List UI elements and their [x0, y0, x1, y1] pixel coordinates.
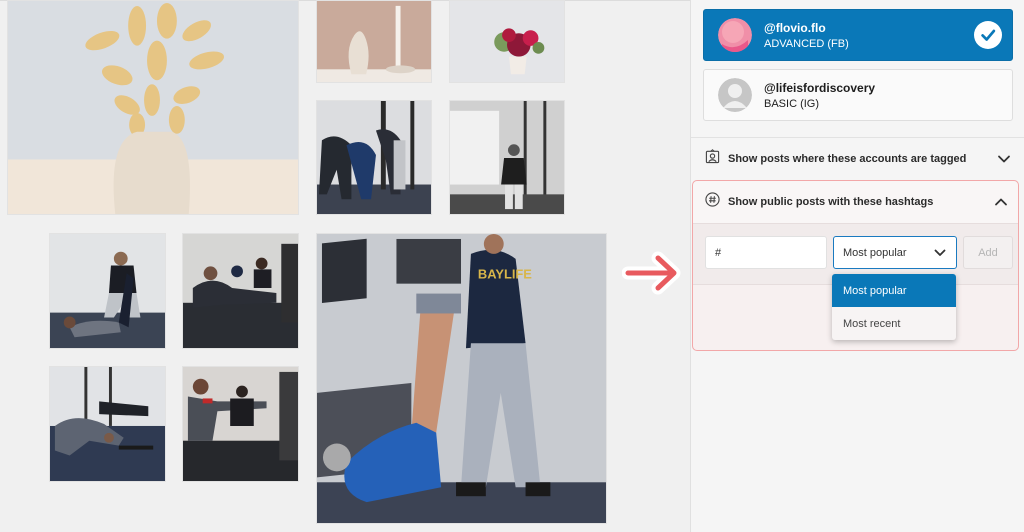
gallery-tile-assisted-stretch[interactable]	[49, 233, 166, 349]
hashtag-input[interactable]	[705, 236, 827, 269]
gallery-tile-woman-reach[interactable]	[182, 366, 299, 482]
sort-selected-value: Most popular	[843, 246, 907, 259]
checkmark-icon	[974, 21, 1002, 49]
sort-order-select[interactable]: Most popular	[833, 236, 957, 269]
account-type: BASIC (IG)	[764, 97, 820, 110]
hashtag-icon	[705, 192, 720, 212]
sort-option-most-popular[interactable]: Most popular	[832, 274, 956, 307]
section-tagged-label: Show posts where these accounts are tagg…	[728, 153, 967, 165]
default-avatar-icon	[718, 78, 752, 112]
settings-panel: @flovio.flo ADVANCED (FB) @lifeisfordisc…	[690, 0, 1024, 532]
photo-gallery: BAYLIFE	[0, 0, 690, 532]
section-hashtags-header[interactable]: Show public posts with these hashtags	[691, 182, 1024, 222]
account-handle: @lifeisfordiscovery	[764, 80, 876, 95]
sort-option-most-recent[interactable]: Most recent	[832, 307, 956, 340]
account-handle: @flovio.flo	[764, 20, 826, 35]
tagged-user-icon	[705, 149, 720, 169]
account-card-flovio[interactable]: @flovio.flo ADVANCED (FB)	[703, 9, 1013, 61]
pointer-arrow-icon	[621, 248, 684, 298]
account-type: ADVANCED (FB)	[764, 37, 849, 50]
section-tagged-header[interactable]: Show posts where these accounts are tagg…	[691, 139, 1024, 179]
add-hashtag-button[interactable]: Add	[963, 236, 1013, 269]
avatar	[718, 18, 752, 52]
gallery-tile-seated-reach[interactable]	[182, 233, 299, 349]
gallery-tile-pampas-vase[interactable]	[7, 0, 299, 215]
divider	[691, 137, 1024, 138]
chevron-down-icon[interactable]	[997, 152, 1011, 166]
chevron-down-icon	[934, 249, 946, 256]
gallery-tile-flower-bouquet[interactable]	[449, 0, 565, 83]
sort-order-dropdown: Most popular Most recent	[832, 274, 956, 340]
shirt-print-text: BAYLIFE	[478, 267, 532, 282]
gallery-tile-vase-candle[interactable]	[316, 0, 432, 83]
account-card-lifeisfordiscovery[interactable]: @lifeisfordiscovery BASIC (IG)	[703, 69, 1013, 121]
gallery-tile-whiteboard-trainer[interactable]	[449, 100, 565, 215]
gallery-tile-gym-stretch-group[interactable]	[316, 100, 432, 215]
gallery-tile-floor-stretch-row[interactable]	[49, 366, 166, 482]
chevron-up-icon[interactable]	[994, 195, 1008, 209]
gallery-tile-trainer-leg-stretch[interactable]: BAYLIFE	[316, 233, 607, 524]
section-hashtags-label: Show public posts with these hashtags	[728, 196, 934, 208]
